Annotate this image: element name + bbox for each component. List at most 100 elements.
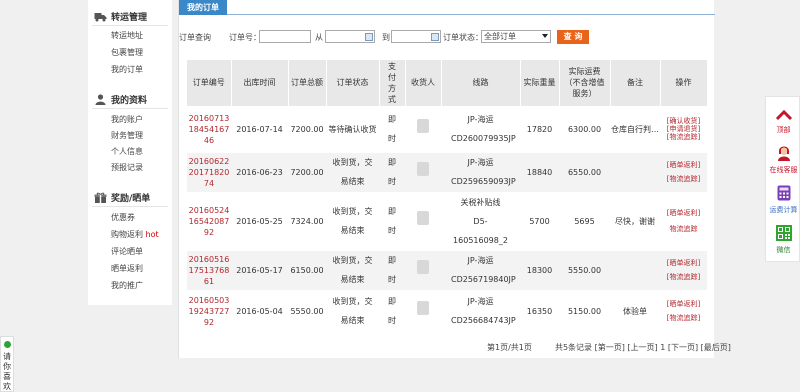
ship-date: 2016-05-04 (231, 289, 288, 332)
sidebar-item-my-orders[interactable]: 我的订单 (111, 64, 143, 75)
status-label: 订单状态： (443, 33, 483, 42)
share-rebate-link[interactable]: [晒单返利] (660, 300, 707, 308)
search-button[interactable]: 查 询 (557, 30, 589, 44)
divider (92, 25, 168, 26)
payment-method: 即时 (379, 191, 405, 250)
column-header: 订单编号 (187, 60, 232, 106)
last-page-link[interactable]: [最后页] (701, 343, 731, 352)
payment-method: 即时 (379, 289, 405, 332)
first-page-link[interactable]: [第一页] (595, 343, 625, 352)
sidebar-item-review-share[interactable]: 评论晒单 (111, 246, 143, 257)
order-note: 仓库自行判… (610, 105, 660, 152)
online-service-label: 在线客服 (769, 166, 798, 174)
next-page-link[interactable]: [下一页] (668, 343, 698, 352)
sidebar-item-share-rebate[interactable]: 晒单返利 (111, 263, 143, 274)
order-status: 收到货，交易结束 (326, 249, 379, 290)
order-note: 体验单 (610, 289, 660, 332)
sidebar-section-rewards[interactable]: 奖励/晒单 (94, 190, 150, 204)
actual-fee: 6300.00 (559, 105, 610, 152)
order-total: 7324.00 (288, 191, 326, 250)
sidebar-item-finance[interactable]: 财务管理 (111, 130, 143, 141)
orders-table: 订单编号 出库时间 订单总额 订单状态 支付方式 收货人 线路 实际重量 实际运… (187, 60, 708, 332)
shipping-route: JP-海运 CD259659093JP (441, 151, 520, 192)
column-header: 订单总额 (288, 60, 327, 106)
table-header-row: 订单编号 出库时间 订单总额 订单状态 支付方式 收货人 线路 实际重量 实际运… (187, 60, 708, 106)
redacted-recipient (417, 210, 429, 225)
table-row: 201605241654208792 2016-05-25 7324.00 收到… (187, 191, 707, 250)
sidebar-section-profile[interactable]: 我的资料 (94, 92, 147, 106)
actual-weight: 16350 (520, 289, 559, 332)
sidebar-item-transfer-address[interactable]: 转运地址 (111, 30, 143, 41)
calendar-icon[interactable] (365, 33, 373, 41)
row-actions: [晒单返利] 物流追踪 (660, 191, 707, 250)
hot-badge: hot (145, 230, 159, 239)
order-total: 7200.00 (288, 151, 326, 192)
share-rebate-link[interactable]: [晒单返利] (660, 161, 707, 169)
track-shipment-link[interactable]: [物流追踪] (660, 175, 707, 183)
table-row: 201606222017182074 2016-06-23 7200.00 收到… (187, 151, 707, 192)
recipient (405, 191, 441, 250)
sidebar-item-forecast-records[interactable]: 预报记录 (111, 162, 143, 173)
order-id-link[interactable]: 201606222017182074 (187, 151, 231, 192)
pagination: 第1页/共1页 共5条记录 [第一页] [上一页] 1 [下一页] [最后页] (487, 342, 731, 353)
tab-my-orders[interactable]: 我的订单 (179, 0, 227, 15)
start-date-input[interactable] (325, 30, 375, 43)
back-to-top-button[interactable]: 顶部 (766, 109, 800, 135)
share-rebate-link[interactable]: [晒单返利] (660, 209, 707, 217)
wechat-button[interactable]: 微信 (766, 225, 800, 255)
sidebar-section-title: 我的资料 (111, 95, 148, 106)
order-status: 收到货，交易结束 (326, 191, 379, 250)
recipient (405, 105, 441, 152)
freight-calculator-button[interactable]: 运费计算 (766, 185, 800, 215)
order-note (610, 249, 660, 290)
divider (92, 108, 168, 109)
ship-date: 2016-05-25 (231, 191, 288, 250)
column-header: 实际运费（不含增值服务） (559, 60, 611, 106)
calculator-icon (777, 185, 791, 203)
share-rebate-link[interactable]: [晒单返利] (660, 259, 707, 267)
order-no-input[interactable] (259, 30, 311, 43)
orders-panel: 我的订单 订单查询 订单号： 从 到 订单状态： 全部订单 查 询 订单编号 出… (178, 0, 731, 358)
track-shipment-link[interactable]: [物流追踪] (660, 314, 707, 322)
user-icon (94, 93, 107, 105)
online-service-button[interactable]: 在线客服 (766, 145, 800, 175)
order-id-link[interactable]: 201607131845416746 (187, 105, 231, 152)
actual-weight: 17820 (520, 105, 559, 152)
sidebar-item-my-promotion[interactable]: 我的推广 (111, 280, 143, 291)
prev-page-link[interactable]: [上一页] (627, 343, 657, 352)
table-row: 201605161751376861 2016-05-17 6150.00 收到… (187, 249, 707, 290)
actual-weight: 18840 (520, 151, 559, 192)
order-total: 6150.00 (288, 249, 326, 290)
order-id-link[interactable]: 201605241654208792 (187, 191, 231, 250)
request-return-link[interactable]: [申请退货] (660, 125, 707, 133)
track-shipment-link[interactable]: [物流追踪] (660, 273, 707, 281)
shipping-route: 关税补贴线 D5-160516098_2 (441, 191, 520, 250)
shipping-route: JP-海运 CD256684743JP (441, 289, 520, 332)
order-id-link[interactable]: 201605031924372792 (187, 289, 231, 332)
redacted-recipient (417, 259, 429, 274)
sidebar-item-personal-info[interactable]: 个人信息 (111, 146, 143, 157)
confirm-receipt-link[interactable]: [确认收货] (660, 117, 707, 125)
calendar-icon[interactable] (431, 33, 439, 41)
sidebar-item-package-manage[interactable]: 包裹管理 (111, 47, 143, 58)
chat-widget[interactable]: 请你喜欢 (0, 336, 14, 392)
track-shipment-link[interactable]: 物流追踪 (660, 225, 707, 233)
freight-calculator-label: 运费计算 (769, 206, 798, 214)
status-select[interactable]: 全部订单 (481, 30, 551, 43)
column-header: 操作 (660, 60, 708, 106)
column-header: 线路 (441, 60, 521, 106)
current-page: 1 (660, 343, 666, 352)
tab-bar: 我的订单 (179, 0, 715, 15)
sidebar-item-shopping-rebate[interactable]: 购物返利 hot (111, 229, 159, 240)
sidebar-section-transfer[interactable]: 转运管理 (94, 9, 147, 23)
recipient (405, 249, 441, 290)
track-shipment-link[interactable]: [物流追踪] (660, 133, 707, 141)
redacted-recipient (417, 118, 429, 133)
sidebar-item-coupons[interactable]: 优惠券 (111, 212, 135, 223)
row-actions: [确认收货] [申请退货] [物流追踪] (660, 105, 707, 152)
online-status-icon (4, 341, 11, 348)
sidebar-item-my-account[interactable]: 我的账户 (111, 114, 143, 125)
end-date-input[interactable] (391, 30, 441, 43)
order-id-link[interactable]: 201605161751376861 (187, 249, 231, 290)
filter-title: 订单查询 (179, 33, 211, 42)
